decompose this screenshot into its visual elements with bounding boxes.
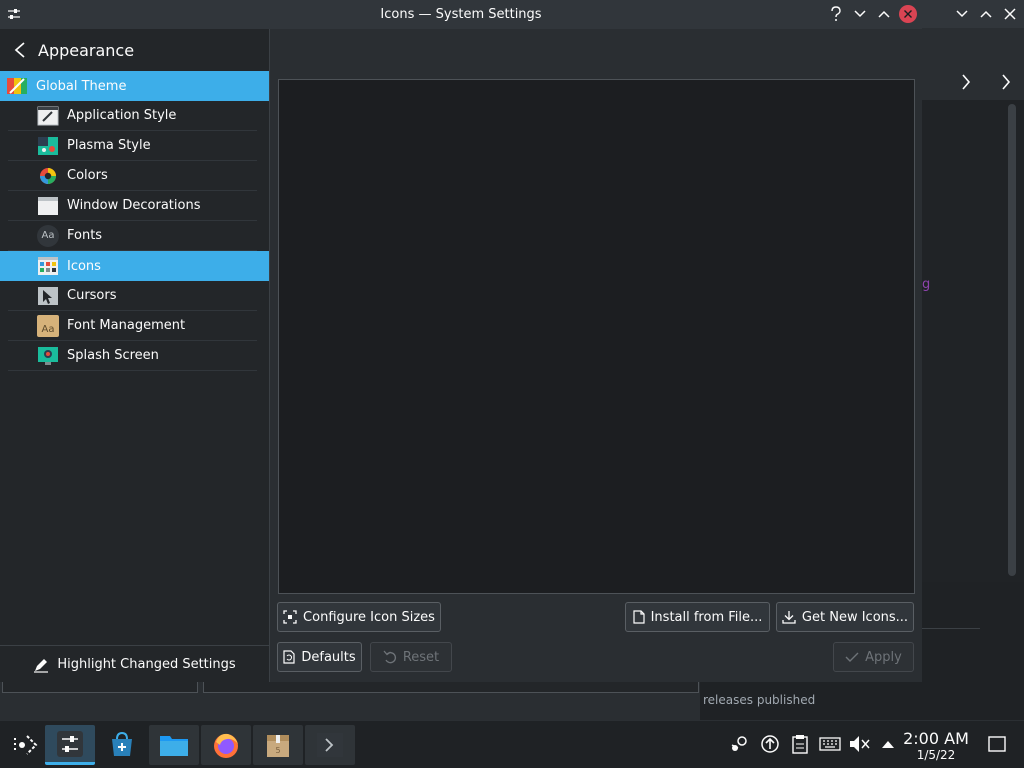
highlight-changed-label: Highlight Changed Settings	[57, 657, 236, 672]
sidebar-item-icons[interactable]: Icons	[0, 251, 269, 281]
sidebar-item-application-style[interactable]: Application Style	[8, 101, 257, 131]
background-input	[2, 682, 198, 693]
sidebar-item-label: Font Management	[67, 318, 186, 333]
configure-icon-sizes-label: Configure Icon Sizes	[303, 609, 435, 625]
close-icon[interactable]	[898, 4, 918, 24]
show-desktop-icon[interactable]	[986, 733, 1008, 755]
window-title: Icons — System Settings	[380, 7, 542, 22]
cursors-icon	[37, 285, 59, 307]
colors-icon	[37, 165, 59, 187]
minimize-icon[interactable]	[850, 4, 870, 24]
svg-text:5: 5	[275, 746, 280, 755]
background-link-text: g	[922, 277, 931, 292]
discover-store-icon[interactable]	[97, 725, 147, 765]
sidebar-item-colors[interactable]: Colors	[8, 161, 257, 191]
sidebar-title: Appearance	[38, 41, 135, 60]
keyboard-icon[interactable]	[819, 733, 841, 755]
releases-text: releases published	[703, 693, 816, 707]
maximize-icon[interactable]	[874, 4, 894, 24]
sidebar-item-font-management[interactable]: Aa Font Management	[8, 311, 257, 341]
defaults-button[interactable]: Defaults	[277, 642, 362, 672]
sidebar-header: Appearance	[0, 29, 269, 71]
splash-screen-icon	[37, 345, 59, 367]
window-decorations-icon	[37, 195, 59, 217]
firefox-icon[interactable]	[201, 725, 251, 765]
edit-pencil-icon	[33, 657, 49, 673]
document-icon	[632, 610, 645, 624]
sidebar-item-global-theme[interactable]: Global Theme	[0, 71, 269, 101]
font-management-icon-glyph: Aa	[41, 323, 55, 335]
get-new-icons-button[interactable]: Get New Icons...	[776, 602, 914, 632]
sidebar: Appearance Global Theme Application Styl…	[0, 29, 270, 682]
system-settings-icon[interactable]	[45, 725, 95, 765]
sidebar-item-label: Fonts	[67, 228, 103, 243]
file-manager-icon[interactable]	[149, 725, 199, 765]
steam-icon[interactable]	[728, 733, 750, 755]
font-management-icon: Aa	[37, 314, 59, 337]
sidebar-item-splash-screen[interactable]: Splash Screen	[8, 341, 257, 371]
taskbar: 5	[0, 720, 1024, 768]
volume-muted-icon[interactable]	[848, 733, 870, 755]
close-icon[interactable]	[1000, 4, 1020, 24]
sidebar-item-label: Plasma Style	[67, 138, 151, 153]
icons-icon	[37, 255, 59, 277]
global-theme-icon	[6, 75, 28, 97]
system-settings-window: Icons — System Settings Appearance Globa…	[0, 0, 922, 682]
tray-expand-icon[interactable]	[877, 733, 899, 755]
fonts-icon: Aa	[37, 224, 59, 247]
icons-page: Configure Icon Sizes Install from File..…	[270, 29, 922, 682]
undo-icon	[383, 650, 397, 664]
chevron-right-icon[interactable]	[956, 72, 976, 92]
back-arrow-icon[interactable]	[12, 41, 28, 59]
clock-date: 1/5/22	[916, 748, 956, 762]
icon-theme-grid[interactable]	[278, 79, 915, 594]
install-from-file-label: Install from File...	[650, 609, 763, 625]
install-from-file-button[interactable]: Install from File...	[625, 602, 770, 632]
clipboard-icon[interactable]	[789, 733, 811, 755]
scrollbar[interactable]	[1008, 104, 1016, 576]
help-icon[interactable]	[826, 4, 846, 24]
reset-label: Reset	[402, 649, 440, 665]
sidebar-item-plasma-style[interactable]: Plasma Style	[8, 131, 257, 161]
application-style-icon	[37, 105, 59, 127]
updates-icon[interactable]	[759, 733, 781, 755]
sidebar-item-cursors[interactable]: Cursors	[8, 281, 257, 311]
chevron-right-icon[interactable]	[996, 72, 1016, 92]
plasma-style-icon	[37, 135, 59, 157]
fonts-icon-glyph: Aa	[41, 230, 55, 241]
chevron-down-icon[interactable]	[952, 4, 972, 24]
defaults-label: Defaults	[301, 649, 356, 665]
clock-time: 2:00 AM	[903, 729, 969, 748]
sidebar-item-window-decorations[interactable]: Window Decorations	[8, 191, 257, 221]
checkmark-icon	[845, 651, 859, 663]
sidebar-item-label: Cursors	[67, 288, 117, 303]
sidebar-item-label: Application Style	[67, 108, 177, 123]
apply-label: Apply	[865, 649, 902, 665]
terminal-icon[interactable]	[305, 725, 355, 765]
sidebar-item-label: Colors	[67, 168, 108, 183]
sidebar-item-label: Icons	[67, 258, 101, 274]
get-new-icons-label: Get New Icons...	[801, 609, 909, 625]
configure-icon-sizes-button[interactable]: Configure Icon Sizes	[277, 602, 441, 632]
application-launcher-icon[interactable]	[0, 725, 50, 765]
page-header	[270, 29, 922, 73]
sidebar-item-label: Window Decorations	[67, 198, 201, 213]
configure-sizes-icon	[283, 610, 297, 624]
chevron-up-icon[interactable]	[976, 4, 996, 24]
package-icon[interactable]: 5	[253, 725, 303, 765]
background-input	[203, 682, 699, 693]
titlebar: Icons — System Settings	[0, 0, 922, 29]
download-icon	[782, 610, 796, 624]
reset-button[interactable]: Reset	[370, 642, 452, 672]
highlight-changed-settings-button[interactable]: Highlight Changed Settings	[0, 645, 269, 683]
digital-clock[interactable]: 2:00 AM 1/5/22	[900, 729, 972, 763]
apply-button[interactable]: Apply	[833, 642, 914, 672]
document-defaults-icon	[283, 650, 295, 664]
sidebar-item-label: Global Theme	[36, 78, 127, 94]
sidebar-item-label: Splash Screen	[67, 348, 159, 363]
sidebar-item-fonts[interactable]: Aa Fonts	[8, 221, 257, 251]
